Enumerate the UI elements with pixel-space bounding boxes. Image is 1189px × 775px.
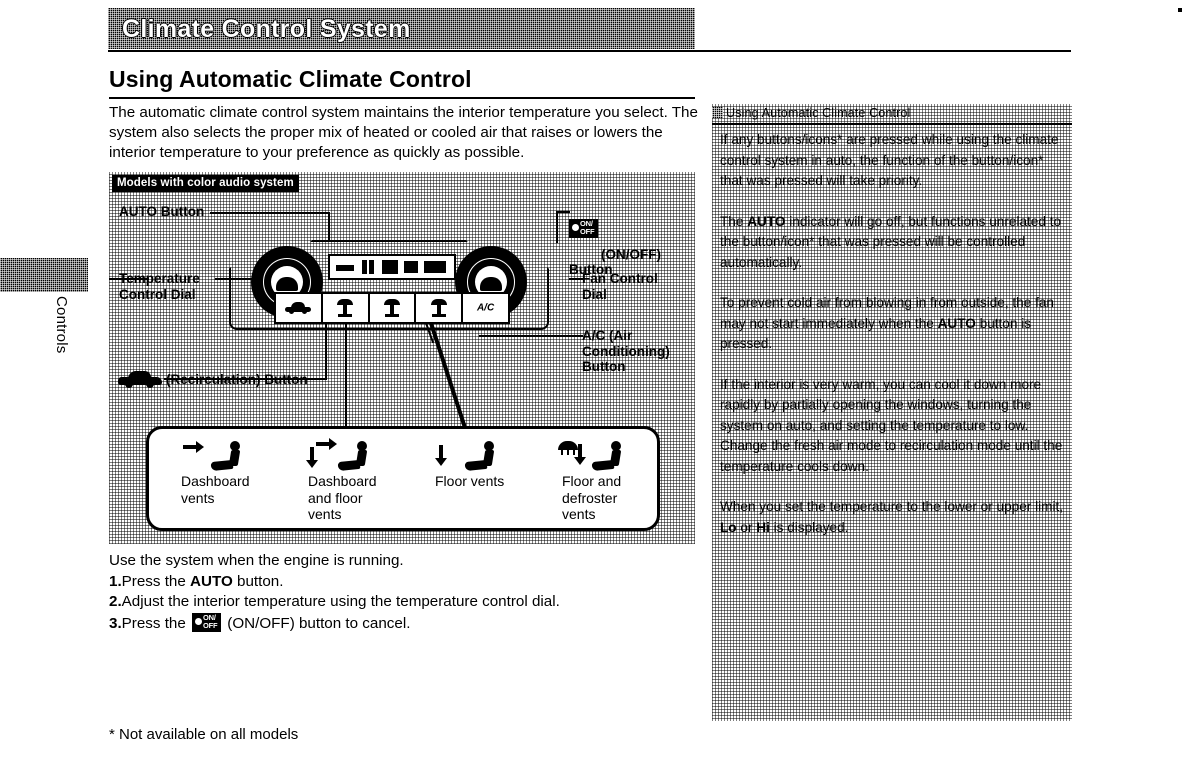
callout-ac-button: A/C (Air Conditioning) Button bbox=[582, 328, 670, 374]
recirculation-car-icon bbox=[118, 371, 162, 388]
callout-onoff-button: ON/ OFF (ON/OFF) Button bbox=[569, 203, 695, 278]
temperature-dial-marker bbox=[283, 248, 291, 256]
callout-fan-dial: Fan Control Dial bbox=[582, 271, 658, 302]
fan-dial-marker-right bbox=[517, 278, 525, 286]
ac-button[interactable]: A/C bbox=[463, 294, 508, 322]
floor-vent-button[interactable] bbox=[370, 294, 417, 322]
note-icon bbox=[712, 107, 723, 118]
procedure-step-1-text-c: button. bbox=[232, 572, 284, 590]
vent-mode-floor-defroster-label: Floor and defroster vents bbox=[562, 473, 622, 522]
banner-divider bbox=[108, 50, 1071, 52]
procedure-lead: Use the system when the engine is runnin… bbox=[109, 552, 404, 569]
procedure-step-1-number: 1. bbox=[109, 572, 122, 590]
title-divider bbox=[109, 97, 695, 99]
panel-button-row: A/C bbox=[274, 292, 510, 324]
procedure-step-2-text: Adjust the interior temperature using th… bbox=[121, 593, 560, 610]
procedure-step-2-number: 2. bbox=[109, 593, 122, 610]
procedure-step-1-text-a: Press the bbox=[121, 572, 191, 590]
defroster-icon bbox=[430, 299, 447, 317]
temperature-dial-marker-left bbox=[253, 278, 261, 286]
ac-text-icon: A/C bbox=[476, 302, 495, 314]
display-segment-temp-2 bbox=[369, 260, 374, 274]
display-segment-fan bbox=[404, 261, 418, 273]
vent-mode-dashboard: Dashboard vents bbox=[149, 429, 276, 528]
display-segment-temp-1 bbox=[362, 260, 367, 274]
vent-icon bbox=[383, 299, 400, 317]
procedure-list: Use the system when the engine is runnin… bbox=[109, 551, 699, 634]
sidebar-title: Using Automatic Climate Control bbox=[726, 105, 911, 120]
onoff-button-icon: ON/OFF bbox=[192, 612, 222, 632]
leader-auto-v bbox=[328, 212, 330, 242]
vent-mode-floor-label: Floor vents bbox=[435, 473, 505, 489]
procedure-step-3-text-c: (ON/OFF) button to cancel. bbox=[223, 614, 411, 632]
display-segment-level bbox=[424, 261, 446, 273]
car-icon bbox=[285, 302, 312, 314]
onoff-button-icon: ON/ OFF bbox=[569, 218, 598, 238]
callout-temperature-dial: Temperature Control Dial bbox=[119, 271, 200, 302]
leader-ac-h bbox=[569, 335, 583, 337]
page-title: Using Automatic Climate Control bbox=[109, 66, 472, 92]
sidebar-paragraph: If the interior is very warm, you can co… bbox=[720, 376, 1063, 474]
procedure-step-3-number: 3. bbox=[109, 614, 122, 632]
control-panel-illustration: Models with color audio system AUTO Butt… bbox=[109, 172, 695, 544]
seat-floor-defroster-icon bbox=[558, 439, 657, 473]
onoff-icon-bottom-text: OFF bbox=[203, 620, 218, 630]
climate-display-screen bbox=[328, 254, 456, 280]
leader-vent-v bbox=[345, 315, 347, 430]
sidebar-paragraph: If any buttons/icons* are pressed while … bbox=[720, 132, 1059, 188]
onoff-icon-bottom-text: OFF bbox=[580, 226, 595, 236]
chapter-banner-title: Climate Control System bbox=[122, 15, 411, 43]
vent-mode-dashboard-floor: Dashboard and floor vents bbox=[276, 429, 403, 528]
procedure-step-1: 1.Press the AUTO button. bbox=[109, 572, 699, 593]
seat-dashboard-floor-icon bbox=[306, 438, 403, 473]
vent-mode-dashboard-label: Dashboard vents bbox=[181, 473, 250, 506]
leader-onoff-h bbox=[556, 211, 570, 213]
leader-temp-h2 bbox=[109, 278, 149, 280]
page-corner-mark bbox=[1178, 8, 1182, 12]
vent-mode-floor: Floor vents bbox=[403, 429, 530, 528]
leader-recirc-h bbox=[164, 378, 327, 380]
seat-dashboard-icon bbox=[181, 439, 276, 473]
chapter-side-tab-label: Controls bbox=[53, 296, 70, 354]
vent-mode-options-box: Dashboard vents Dashboard and floor vent… bbox=[146, 426, 660, 531]
recirculation-button[interactable] bbox=[276, 294, 323, 322]
vent-mode-floor-defroster: Floor and defroster vents bbox=[530, 429, 657, 528]
dashboard-vent-button[interactable] bbox=[323, 294, 370, 322]
vent-mode-dashboard-floor-label: Dashboard and floor vents bbox=[308, 473, 377, 522]
leader-vent-diag2 bbox=[427, 316, 467, 427]
vent-icon bbox=[337, 299, 354, 317]
sidebar-divider bbox=[712, 123, 1072, 125]
footnote: * Not available on all models bbox=[109, 726, 299, 743]
procedure-step-1-auto: AUTO bbox=[190, 572, 233, 590]
procedure-step-3: 3.Press the ON/OFF (ON/OFF) button to ca… bbox=[109, 612, 699, 635]
climate-control-panel: A/C bbox=[229, 240, 549, 330]
leader-fan-h bbox=[569, 278, 583, 280]
intro-paragraph: The automatic climate control system mai… bbox=[109, 104, 698, 161]
sidebar-header: Using Automatic Climate Control bbox=[712, 104, 910, 121]
display-segment-auto bbox=[336, 265, 354, 271]
display-segment-mode bbox=[382, 260, 398, 274]
leader-onoff-v bbox=[556, 211, 558, 243]
sidebar-note-panel: Using Automatic Climate Control If any b… bbox=[712, 104, 1072, 721]
sidebar-body: If any buttons/icons* are pressed while … bbox=[720, 130, 1068, 558]
leader-auto-h bbox=[210, 212, 330, 214]
callout-auto-button: AUTO Button bbox=[119, 204, 205, 219]
seat-floor-icon bbox=[435, 439, 530, 473]
sidebar-paragraph: To prevent cold air from blowing in from… bbox=[720, 295, 1054, 351]
leader-ac-h2 bbox=[479, 335, 571, 337]
sidebar-paragraph: When you set the temperature to the lowe… bbox=[720, 499, 1064, 535]
defroster-button[interactable] bbox=[416, 294, 464, 322]
illustration-caption: Models with color audio system bbox=[112, 175, 299, 192]
sidebar-paragraph: The AUTO indicator will go off, but func… bbox=[720, 213, 1062, 270]
chapter-banner: Climate Control System bbox=[108, 8, 695, 49]
fan-dial-marker bbox=[487, 248, 495, 256]
chapter-side-tab bbox=[0, 258, 88, 292]
procedure-step-2: 2.Adjust the interior temperature using … bbox=[109, 592, 699, 613]
procedure-step-3-text-a: Press the bbox=[121, 614, 191, 632]
